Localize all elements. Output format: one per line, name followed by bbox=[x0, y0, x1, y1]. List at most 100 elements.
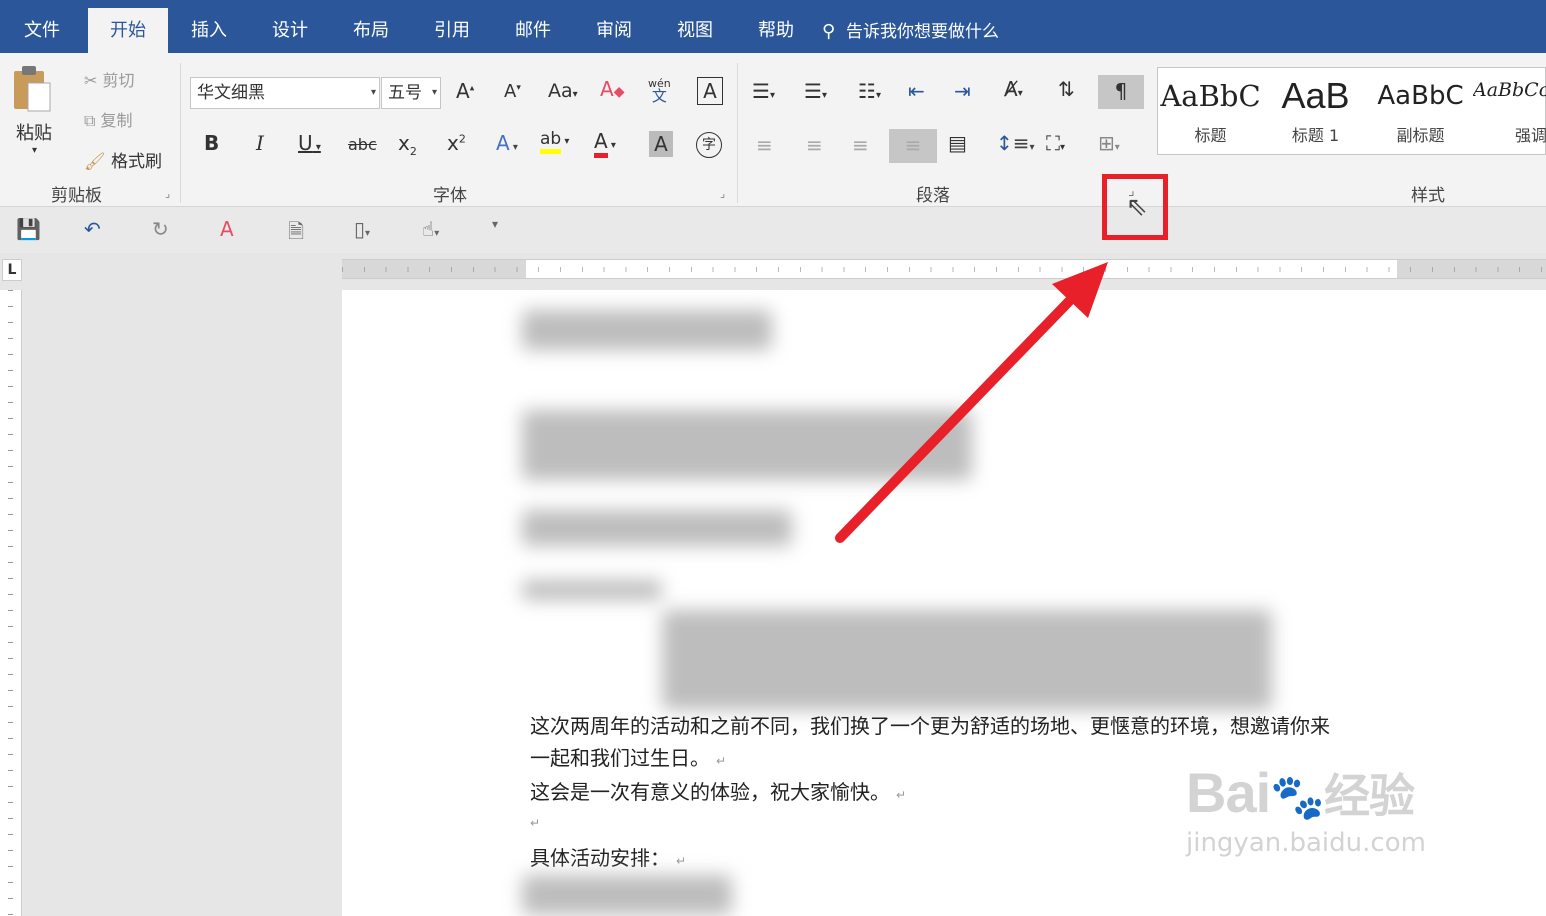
paste-label[interactable]: 粘贴 bbox=[16, 119, 52, 145]
decrease-indent-icon[interactable]: ⇤ bbox=[908, 79, 925, 103]
copy-button[interactable]: ⧉ 复制 bbox=[84, 107, 133, 131]
style-emphasis[interactable]: AaBbCc 强调 bbox=[1473, 68, 1546, 154]
font-name-combo[interactable]: 华文细黑 ▾ bbox=[190, 77, 380, 109]
increase-indent-icon[interactable]: ⇥ bbox=[954, 79, 971, 103]
line-spacing-button[interactable]: ↕≡▾ bbox=[996, 131, 1035, 155]
tab-design[interactable]: 设计 bbox=[256, 8, 324, 53]
numbering-button[interactable]: ☰▾ bbox=[804, 79, 827, 103]
watermark-url: jingyan.baidu.com bbox=[1186, 828, 1426, 858]
paste-button[interactable] bbox=[10, 63, 56, 112]
paragraph-mark: ↵ bbox=[896, 788, 907, 802]
tab-file[interactable]: 文件 bbox=[8, 8, 76, 53]
justify-button[interactable]: ≡ bbox=[889, 129, 937, 163]
show-marks-button[interactable]: ¶ bbox=[1098, 75, 1144, 109]
grow-font-button[interactable]: A▴ bbox=[456, 79, 474, 103]
paragraph-mark: ↵ bbox=[676, 854, 687, 868]
brush-icon: 🖌 bbox=[84, 152, 106, 172]
mouse-cursor-icon: ⇖ bbox=[1126, 192, 1148, 222]
document-text-line: 这次两周年的活动和之前不同，我们换了一个更为舒适的场地、更惬意的环境，想邀请你来 bbox=[530, 714, 1330, 738]
bullets-button[interactable]: ☰▾ bbox=[752, 79, 775, 103]
bold-button[interactable]: B bbox=[204, 131, 219, 155]
blurred-content bbox=[522, 410, 972, 480]
superscript-button[interactable]: x2 bbox=[447, 131, 466, 155]
paragraph-group-label: 段落 bbox=[916, 186, 950, 206]
search-icon: ⚲ bbox=[822, 21, 836, 42]
ribbon-home: 粘贴 ▾ ✂ 剪切 ⧉ 复制 🖌 格式刷 剪贴板 ⌟ 华文细黑 ▾ 五号 ▾ A▴ … bbox=[0, 53, 1546, 207]
character-shading-button[interactable]: A bbox=[649, 131, 673, 157]
chevron-down-icon: ▾ bbox=[370, 87, 376, 98]
customize-qat-icon[interactable]: ▾ bbox=[492, 217, 498, 231]
blurred-content bbox=[522, 510, 792, 546]
styles-group-label: 样式 bbox=[1411, 186, 1445, 206]
undo-icon[interactable]: ↶ bbox=[84, 217, 101, 241]
blurred-content bbox=[522, 875, 732, 915]
cut-button[interactable]: ✂ 剪切 bbox=[84, 67, 135, 91]
sort-icon[interactable]: ⇅ bbox=[1058, 77, 1075, 101]
multilevel-list-button[interactable]: ☷▾ bbox=[858, 79, 881, 103]
tab-help[interactable]: 帮助 bbox=[742, 8, 810, 53]
styles-gallery: AaBbC 标题 AaB 标题 1 AaBbC 副标题 AaBbCc 强调 bbox=[1157, 67, 1546, 155]
tell-me-text: 告诉我你想要做什么 bbox=[846, 22, 999, 42]
blurred-content bbox=[662, 610, 1272, 710]
tab-references[interactable]: 引用 bbox=[418, 8, 486, 53]
clear-formatting-icon[interactable]: A◆ bbox=[600, 77, 624, 101]
watermark-logo: Bai🐾经验 bbox=[1186, 761, 1415, 824]
distributed-icon[interactable]: ▤ bbox=[948, 131, 967, 155]
font-color-button[interactable]: A ▾ bbox=[594, 129, 616, 158]
text-highlight-button[interactable]: ab ▾ bbox=[540, 129, 569, 154]
quick-access-toolbar: 💾 ↶ ↻ A 🗎 ▯▾ ☝▾ ▾ bbox=[0, 207, 1546, 253]
document-text-line: 这会是一次有意义的体验，祝大家愉快。 ↵ bbox=[530, 780, 907, 804]
style-title[interactable]: AaBbC 标题 bbox=[1158, 68, 1263, 154]
paste-dropdown-arrow[interactable]: ▾ bbox=[32, 145, 37, 156]
change-case-button[interactable]: Aa▾ bbox=[548, 80, 578, 102]
character-border-button[interactable]: A bbox=[697, 77, 723, 105]
document-text-line: 具体活动安排： ↵ bbox=[530, 846, 687, 870]
tab-review[interactable]: 审阅 bbox=[580, 8, 648, 53]
group-separator bbox=[737, 63, 738, 203]
clipboard-dialog-launcher[interactable]: ⌟ bbox=[165, 187, 170, 200]
horizontal-ruler[interactable] bbox=[342, 259, 1546, 279]
font-dialog-launcher[interactable]: ⌟ bbox=[720, 187, 725, 200]
align-center-icon[interactable]: ≡ bbox=[806, 133, 823, 157]
save-icon[interactable]: 💾 bbox=[16, 217, 41, 241]
underline-button[interactable]: U ▾ bbox=[298, 131, 321, 155]
tab-layout[interactable]: 布局 bbox=[337, 8, 405, 53]
enclose-characters-button[interactable]: 字 bbox=[696, 132, 722, 158]
subscript-button[interactable]: x2 bbox=[398, 131, 417, 158]
vertical-ruler[interactable] bbox=[0, 290, 22, 916]
tell-me-search[interactable]: ⚲ 告诉我你想要做什么 bbox=[822, 19, 999, 45]
shading-button[interactable]: ⛶▾ bbox=[1046, 131, 1065, 155]
style-subtitle[interactable]: AaBbC 副标题 bbox=[1368, 68, 1473, 154]
redo-icon[interactable]: ↻ bbox=[152, 217, 169, 241]
text-direction-button[interactable]: Ⱥ▾ bbox=[1004, 77, 1023, 101]
tab-mailings[interactable]: 邮件 bbox=[499, 8, 567, 53]
ruler-row: L bbox=[0, 253, 1546, 290]
tab-insert[interactable]: 插入 bbox=[175, 8, 243, 53]
font-size-combo[interactable]: 五号 ▾ bbox=[381, 77, 441, 109]
align-right-icon[interactable]: ≡ bbox=[852, 133, 869, 157]
document-text-line: 一起和我们过生日。 ↵ bbox=[530, 746, 727, 770]
tab-home[interactable]: 开始 bbox=[88, 8, 168, 53]
copy-icon: ⧉ bbox=[84, 111, 96, 130]
touch-mode-icon[interactable]: ☝▾ bbox=[422, 217, 439, 241]
style-heading-1[interactable]: AaB 标题 1 bbox=[1263, 68, 1368, 154]
tab-view[interactable]: 视图 bbox=[661, 8, 729, 53]
blurred-content bbox=[522, 580, 662, 600]
document-background bbox=[22, 290, 342, 916]
document-icon[interactable]: 🗎 bbox=[288, 217, 304, 251]
columns-icon[interactable]: ▯▾ bbox=[354, 217, 370, 241]
shrink-font-button[interactable]: A▾ bbox=[504, 81, 521, 102]
chevron-down-icon: ▾ bbox=[431, 87, 437, 98]
clear-format-icon[interactable]: A bbox=[220, 217, 234, 241]
align-left-icon[interactable]: ≡ bbox=[756, 133, 773, 157]
borders-button[interactable]: ⊞▾ bbox=[1098, 131, 1120, 155]
italic-button[interactable]: I bbox=[256, 131, 264, 155]
strikethrough-button[interactable]: abc bbox=[348, 135, 377, 154]
tab-stop-selector[interactable]: L bbox=[2, 259, 22, 281]
paragraph-mark: ↵ bbox=[530, 816, 541, 830]
scissors-icon: ✂ bbox=[84, 71, 98, 90]
phonetic-guide-button[interactable]: wén 文 bbox=[648, 77, 671, 104]
text-effects-button[interactable]: A ▾ bbox=[496, 131, 518, 155]
paragraph-mark: ↵ bbox=[716, 754, 727, 768]
format-painter-button[interactable]: 🖌 格式刷 bbox=[84, 147, 162, 172]
